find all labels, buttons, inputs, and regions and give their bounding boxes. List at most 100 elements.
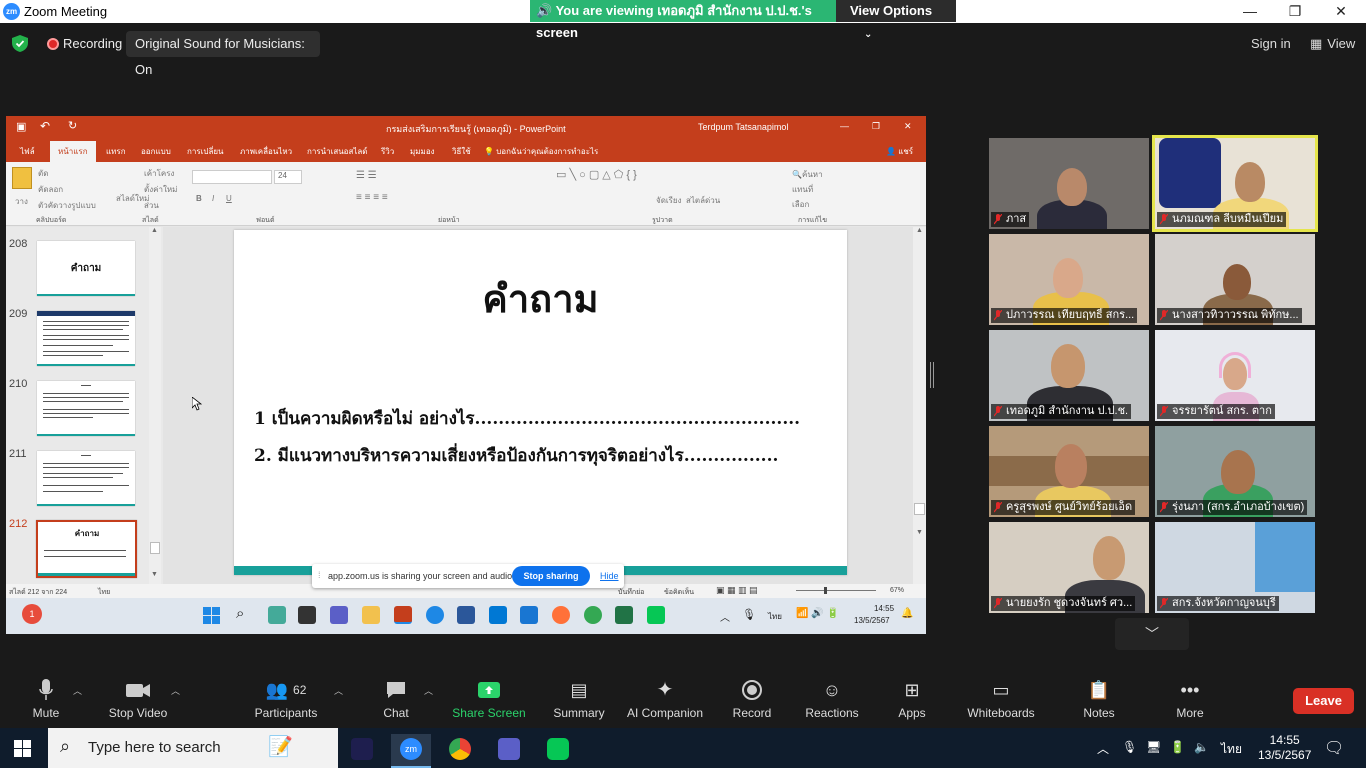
- close-button[interactable]: ✕: [1318, 0, 1364, 23]
- mute-button[interactable]: Mute: [26, 678, 66, 720]
- participant-tile[interactable]: ครูสุรพงษ์ ศูนย์วิทย์ร้อยเอ็ด: [989, 426, 1149, 517]
- participant-tile[interactable]: นางสาวทิวาวรรณ พิทักษ...: [1155, 234, 1315, 325]
- format-painter-label[interactable]: ตัวคัดวางรูปแบบ: [38, 199, 96, 212]
- participant-tile[interactable]: รุ่งนภา (สกร.อำเภอบ้างเขต): [1155, 426, 1315, 517]
- section-label[interactable]: ส่วน: [144, 199, 159, 212]
- notes-button[interactable]: 📋 Notes: [1078, 678, 1120, 720]
- status-language[interactable]: ไทย: [98, 587, 110, 598]
- chat-options-caret-icon[interactable]: ︿: [424, 684, 433, 697]
- more-button[interactable]: ••• More: [1170, 678, 1210, 720]
- whiteboards-button[interactable]: ▭ Whiteboards: [962, 678, 1040, 720]
- minimize-button[interactable]: —: [1227, 0, 1273, 23]
- search-icon[interactable]: ⌕: [236, 605, 244, 622]
- tray-language[interactable]: ไทย: [768, 610, 782, 623]
- tray-time[interactable]: 14:55: [874, 604, 894, 613]
- line-icon[interactable]: [647, 606, 665, 624]
- redo-icon[interactable]: ↻: [68, 119, 77, 132]
- tab-insert[interactable]: แทรก: [106, 145, 126, 158]
- comments-toggle[interactable]: ข้อคิดเห็น: [664, 587, 694, 598]
- encryption-shield-icon[interactable]: [12, 35, 28, 52]
- microphone-tray-icon[interactable]: 🎙: [1122, 740, 1137, 754]
- restore-button[interactable]: ❐: [1272, 0, 1318, 23]
- shapes-gallery-icon[interactable]: ▭ ╲ ○ ▢ △ ⬠ { }: [556, 168, 637, 181]
- participant-tile[interactable]: นายยงรัก ชูดวงจันทร์ ศว...: [989, 522, 1149, 613]
- slide-scroll-thumb[interactable]: [914, 503, 925, 515]
- windows-start-icon[interactable]: [203, 607, 220, 624]
- taskbar-app-webex[interactable]: [342, 734, 382, 768]
- slide-thumbnail[interactable]: [37, 451, 135, 506]
- widgets-icon[interactable]: [268, 606, 286, 624]
- tab-review[interactable]: รีวิว: [381, 145, 394, 158]
- apps-button[interactable]: ⊞ Apps: [892, 678, 932, 720]
- stop-sharing-button[interactable]: Stop sharing: [512, 566, 590, 586]
- excel-icon[interactable]: [615, 606, 633, 624]
- scroll-up-icon[interactable]: ▲: [916, 227, 923, 234]
- tab-view[interactable]: มุมมอง: [410, 145, 435, 158]
- taskbar-search-box[interactable]: ⌕ Type here to search 📝: [48, 728, 338, 768]
- ppt-restore-icon[interactable]: ❐: [872, 121, 880, 132]
- scroll-up-icon[interactable]: ▲: [151, 227, 158, 234]
- notes-toggle[interactable]: บันทึกย่อ: [618, 587, 644, 598]
- slide-question-1[interactable]: 1 เป็นความผิดหรือไม่ อย่างไร............…: [254, 405, 800, 432]
- gallery-next-page-button[interactable]: ﹀: [1115, 618, 1189, 650]
- tell-me-box[interactable]: 💡 บอกฉันว่าคุณต้องการทำอะไร: [484, 145, 598, 158]
- scroll-down-icon[interactable]: ▼: [151, 571, 158, 578]
- word-icon[interactable]: [457, 606, 475, 624]
- participants-button[interactable]: 👥 62 Participants: [252, 678, 320, 720]
- leave-button[interactable]: Leave: [1293, 688, 1354, 714]
- participant-tile[interactable]: เทอดภูมิ สำนักงาน ป.ป.ช.: [989, 330, 1149, 421]
- video-options-caret-icon[interactable]: ︿: [171, 684, 180, 697]
- paste-icon[interactable]: [12, 167, 32, 189]
- powerpoint-icon[interactable]: [394, 606, 412, 624]
- drag-handle-icon[interactable]: ⁞: [318, 570, 321, 580]
- notification-badge-icon[interactable]: 1: [22, 604, 42, 624]
- input-language[interactable]: ไทย: [1221, 740, 1242, 759]
- zoom-level[interactable]: 67%: [890, 587, 904, 594]
- record-button[interactable]: Record: [726, 678, 778, 720]
- store-icon[interactable]: [489, 606, 507, 624]
- quick-styles-label[interactable]: สไตล์ด่วน: [686, 194, 720, 207]
- paste-label[interactable]: วาง: [15, 195, 28, 208]
- slide-thumbnail-pane[interactable]: 208 คำถาม 209 210 211 212 คำถาม: [6, 227, 163, 584]
- select-label[interactable]: เลือก: [792, 198, 809, 211]
- font-size-box[interactable]: 24: [274, 170, 302, 184]
- view-options-button[interactable]: View Options ⌄: [836, 0, 956, 40]
- summary-button[interactable]: ▤ Summary: [550, 678, 608, 720]
- slide-thumbnail[interactable]: [37, 311, 135, 366]
- stop-video-button[interactable]: Stop Video: [104, 678, 172, 720]
- reset-label[interactable]: ตั้งค่าใหม่: [144, 183, 177, 196]
- taskbar-app-zoom[interactable]: zm: [391, 734, 431, 768]
- font-name-box[interactable]: [192, 170, 272, 184]
- taskbar-app-line[interactable]: [538, 734, 578, 768]
- slide-title[interactable]: คำถาม: [234, 268, 847, 329]
- chrome-icon[interactable]: [584, 606, 602, 624]
- ppt-close-icon[interactable]: ✕: [904, 121, 912, 132]
- underline-icon[interactable]: U: [226, 194, 232, 203]
- participants-options-caret-icon[interactable]: ︿: [334, 684, 343, 697]
- mic-tray-icon[interactable]: 🎙: [742, 608, 756, 621]
- slide-scrollbar[interactable]: ▲ ▼: [913, 227, 926, 584]
- share-screen-button[interactable]: Share Screen: [452, 678, 526, 720]
- tab-transitions[interactable]: การเปลี่ยน: [187, 145, 224, 158]
- participant-tile-active-speaker[interactable]: นภมณฑล ลีบหมื่นเปียม: [1152, 135, 1318, 232]
- slide-question-2[interactable]: 2. มีแนวทางบริหารความเสี่ยงหรือป้องกันกา…: [254, 442, 778, 469]
- chat-button[interactable]: Chat: [376, 678, 416, 720]
- arrange-label[interactable]: จัดเรียง: [656, 194, 682, 207]
- tray-date[interactable]: 13/5/2567: [854, 616, 890, 625]
- slide-thumbnail[interactable]: [37, 381, 135, 436]
- panel-splitter-handle[interactable]: [930, 362, 934, 388]
- volume-icon[interactable]: 🔈: [1194, 740, 1209, 754]
- calendar-icon[interactable]: [520, 606, 538, 624]
- edge-icon[interactable]: [426, 606, 444, 624]
- tray-chevron-icon[interactable]: ︿: [720, 609, 730, 624]
- layout-label[interactable]: เค้าโครง: [144, 167, 174, 180]
- tab-animations[interactable]: ภาพเคลื่อนไหว: [240, 145, 292, 158]
- find-button[interactable]: 🔍ค้นหา: [792, 168, 823, 181]
- ai-companion-button[interactable]: ✦ AI Companion: [624, 678, 706, 720]
- zoom-slider-thumb[interactable]: [824, 587, 827, 594]
- notification-center-button[interactable]: 🗨 1: [1324, 738, 1344, 758]
- bell-icon[interactable]: 🔔: [901, 608, 913, 619]
- replace-label[interactable]: แทนที่: [792, 183, 813, 196]
- copy-label[interactable]: คัดลอก: [38, 183, 63, 196]
- tab-design[interactable]: ออกแบบ: [141, 145, 171, 158]
